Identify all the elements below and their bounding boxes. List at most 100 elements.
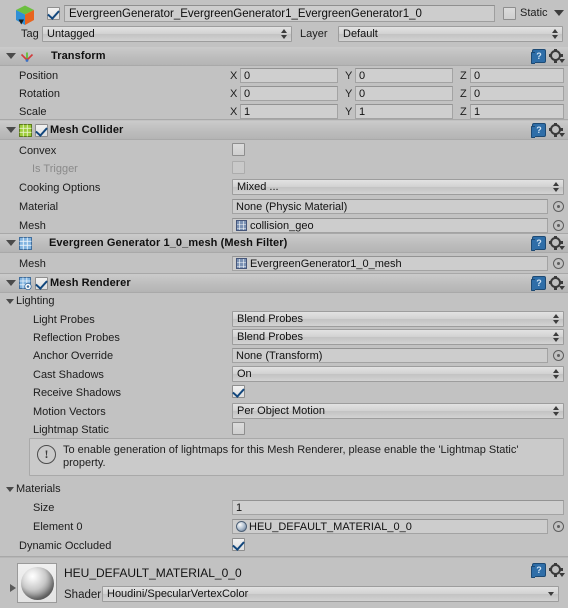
help-icon[interactable] (531, 49, 546, 64)
mesh-renderer-header[interactable]: Mesh Renderer (0, 274, 568, 293)
mesh-collider-foldout-icon[interactable] (6, 127, 16, 133)
transform-foldout-icon[interactable] (6, 53, 16, 59)
transform-header[interactable]: Transform (0, 47, 568, 66)
mesh-renderer-foldout-icon[interactable] (6, 280, 16, 286)
materials-section-label: Materials (16, 483, 61, 495)
layer-label: Layer (300, 28, 328, 40)
convex-checkbox[interactable] (232, 143, 245, 156)
position-z-input[interactable]: 0 (470, 68, 564, 83)
scale-z-value: 1 (474, 105, 481, 118)
materials-foldout-icon[interactable] (6, 486, 14, 492)
reflection-probes-dropdown[interactable]: Blend Probes (232, 329, 564, 345)
tag-dropdown[interactable]: Untagged (42, 26, 292, 42)
tag-value: Untagged (47, 28, 95, 40)
scale-x-value: 1 (244, 105, 251, 118)
material-object-picker-icon[interactable] (553, 201, 564, 212)
position-y-value: 0 (359, 69, 366, 82)
help-icon[interactable] (531, 563, 546, 578)
mesh-filter-header[interactable]: Evergreen Generator 1_0_mesh (Mesh Filte… (0, 234, 568, 253)
transform-component: Transform Position X 0 Y 0 Z 0 Rotation … (0, 47, 568, 119)
materials-element0-object-picker-icon[interactable] (553, 521, 564, 532)
mesh-filter-component: Evergreen Generator 1_0_mesh (Mesh Filte… (0, 234, 568, 273)
material-preview-sphere-icon (20, 566, 54, 600)
scale-z-axis-label: Z (460, 106, 467, 118)
lighting-section-label: Lighting (16, 295, 55, 307)
materials-size-label: Size (33, 502, 55, 514)
anchor-override-object-picker-icon[interactable] (553, 350, 564, 361)
gameobject-name-input[interactable]: EvergreenGenerator_EvergreenGenerator1_E… (64, 5, 495, 22)
materials-element0-value: HEU_DEFAULT_MATERIAL_0_0 (249, 520, 412, 533)
physic-material-value: None (Physic Material) (236, 200, 348, 213)
position-z-value: 0 (474, 69, 481, 82)
static-dropdown-icon[interactable] (554, 10, 564, 16)
materials-foldout[interactable]: Materials (5, 483, 61, 495)
scale-label: Scale (19, 106, 47, 118)
material-foldout-icon[interactable] (10, 584, 16, 592)
gear-icon[interactable] (548, 122, 565, 137)
collider-mesh-object-picker-icon[interactable] (553, 220, 564, 231)
gameobject-enabled-checkbox[interactable] (47, 7, 60, 20)
light-probes-dropdown[interactable]: Blend Probes (232, 311, 564, 327)
gear-icon[interactable] (548, 275, 565, 290)
cooking-options-value: Mixed ... (237, 181, 279, 193)
help-icon[interactable] (531, 276, 546, 291)
rotation-x-input[interactable]: 0 (240, 86, 338, 101)
scale-z-input[interactable]: 1 (470, 104, 564, 119)
mesh-filter-foldout-icon[interactable] (6, 240, 16, 246)
mesh-filter-mesh-label: Mesh (19, 258, 46, 270)
rotation-z-input[interactable]: 0 (470, 86, 564, 101)
mesh-renderer-component: Mesh Renderer Lighting Light Probes Blen… (0, 274, 568, 555)
motion-vectors-dropdown[interactable]: Per Object Motion (232, 403, 564, 419)
mesh-collider-component: Mesh Collider Convex Is Trigger Cooking … (0, 121, 568, 233)
rotation-x-axis-label: X (230, 88, 238, 100)
lightmap-static-checkbox[interactable] (232, 422, 245, 435)
chevron-updown-icon (553, 181, 560, 193)
material-asset-icon (236, 521, 247, 532)
help-icon[interactable] (531, 123, 546, 138)
anchor-override-object-field[interactable]: None (Transform) (232, 348, 548, 363)
scale-y-input[interactable]: 1 (355, 104, 453, 119)
mesh-collider-header[interactable]: Mesh Collider (0, 121, 568, 140)
reflection-probes-label: Reflection Probes (33, 332, 120, 344)
receive-shadows-label: Receive Shadows (33, 387, 122, 399)
help-icon[interactable] (531, 236, 546, 251)
position-x-input[interactable]: 0 (240, 68, 338, 83)
physic-material-object-field[interactable]: None (Physic Material) (232, 199, 548, 214)
cast-shadows-dropdown[interactable]: On (232, 366, 564, 382)
anchor-override-label: Anchor Override (33, 350, 114, 362)
receive-shadows-checkbox[interactable] (232, 385, 245, 398)
rotation-x-value: 0 (244, 87, 251, 100)
mesh-collider-enabled-checkbox[interactable] (35, 123, 48, 137)
lighting-foldout-icon[interactable] (6, 298, 14, 304)
shader-value: Houdini/SpecularVertexColor (107, 588, 249, 600)
anchor-override-value: None (Transform) (236, 349, 323, 362)
mesh-renderer-icon (19, 276, 32, 290)
materials-element0-label: Element 0 (33, 521, 83, 533)
rotation-y-input[interactable]: 0 (355, 86, 453, 101)
is-trigger-label: Is Trigger (32, 163, 78, 175)
gameobject-name-value: EvergreenGenerator_EvergreenGenerator1_E… (69, 7, 422, 20)
gear-icon[interactable] (548, 48, 565, 63)
shader-dropdown[interactable]: Houdini/SpecularVertexColor (102, 586, 559, 602)
gear-icon[interactable] (548, 235, 565, 250)
collider-mesh-object-field[interactable]: collision_geo (232, 218, 548, 233)
scale-x-input[interactable]: 1 (240, 104, 338, 119)
scale-y-value: 1 (359, 105, 366, 118)
collider-mesh-label: Mesh (19, 220, 46, 232)
chevron-down-icon (548, 588, 555, 600)
layer-dropdown[interactable]: Default (338, 26, 563, 42)
lightmap-info-text: To enable generation of lightmaps for th… (63, 444, 519, 469)
dynamic-occluded-checkbox[interactable] (232, 538, 245, 551)
cooking-options-dropdown[interactable]: Mixed ... (232, 179, 564, 195)
gear-icon[interactable] (548, 562, 565, 577)
mesh-collider-icon (19, 123, 32, 137)
mesh-filter-object-picker-icon[interactable] (553, 258, 564, 269)
static-checkbox[interactable] (503, 7, 516, 20)
lighting-foldout[interactable]: Lighting (5, 295, 55, 307)
mesh-renderer-enabled-checkbox[interactable] (35, 276, 48, 290)
materials-element0-object-field[interactable]: HEU_DEFAULT_MATERIAL_0_0 (232, 519, 548, 534)
gameobject-header: EvergreenGenerator_EvergreenGenerator1_E… (0, 0, 568, 46)
materials-size-input[interactable]: 1 (232, 500, 564, 515)
position-y-input[interactable]: 0 (355, 68, 453, 83)
mesh-filter-object-field[interactable]: EvergreenGenerator1_0_mesh (232, 256, 548, 271)
